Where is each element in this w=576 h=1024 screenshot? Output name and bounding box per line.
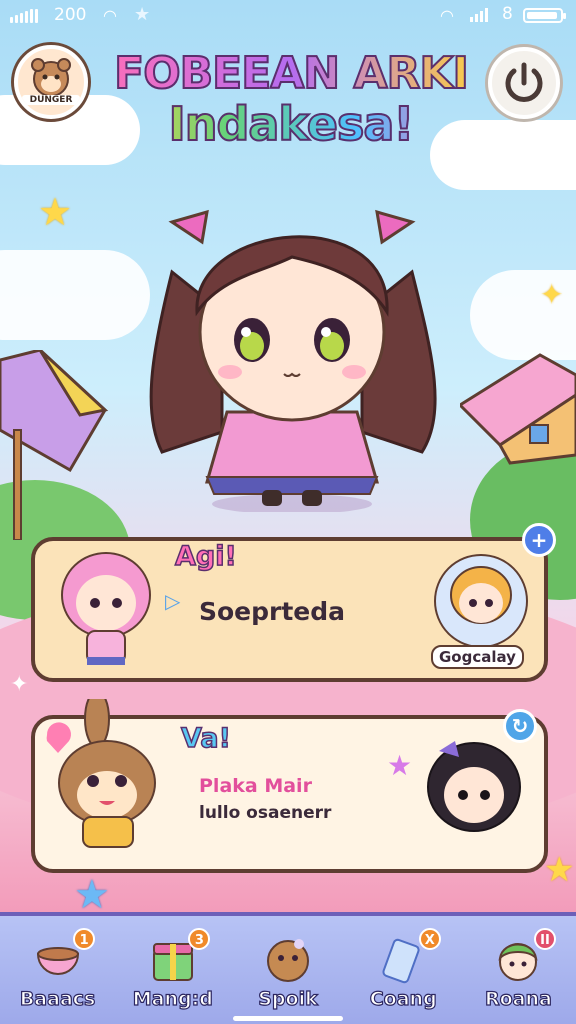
card-line-1: Plaka Mair [199,775,312,797]
pink-haired-character [61,552,151,665]
nav-item-coang[interactable]: X Coang [346,916,461,1024]
card-line-2: lullo osaenerr [199,803,332,823]
status-bar: 200 ◠ ★ ◠ 8 [0,0,576,30]
status-extra: 8 [502,4,513,24]
star-icon: ★ [38,190,73,234]
star-icon: ✦ [540,278,564,311]
refresh-button[interactable]: ↻ [503,709,537,743]
power-icon [505,62,543,102]
wifi-icon: ◠ [440,6,454,25]
notification-badge: X [418,928,441,950]
dark-haired-character [427,741,521,832]
event-card-1[interactable]: Agi! ▷ Soeprteda Gogcalay + [31,523,556,682]
signal-icon [10,9,38,23]
sparkle-icon: ✦ [10,672,29,697]
card-tag: Va! [180,722,231,755]
status-time: 200 [54,5,87,25]
cookie-icon [267,939,309,982]
add-button[interactable]: + [522,523,556,557]
nav-label: Spoik [258,987,319,1010]
card-tag: Agi! [174,540,237,573]
nav-label: Coang [369,987,437,1010]
house-icon [460,353,576,465]
nav-item-spoik[interactable]: Spoik [230,916,345,1024]
nav-label: Roana [484,987,552,1010]
signal-icon [470,8,488,22]
nav-item-roana[interactable]: II Roana [461,916,576,1024]
notification-badge: 3 [188,928,211,950]
nav-label: Mang:d [132,987,213,1010]
nav-item-baaacs[interactable]: 1 Baaacs [0,916,115,1024]
profile-avatar-button[interactable]: DUNGER [14,45,88,119]
card-title: Soeprteda [199,597,346,626]
arrow-icon: ▷ [165,589,181,613]
bear-avatar-icon [31,58,71,97]
power-button[interactable] [488,47,560,119]
star-icon: ★ [544,850,575,890]
bottom-nav: 1 Baaacs 3 Mang:d Spoik X Coang II Roana [0,912,576,1024]
avatar-label: DUNGER [22,95,80,105]
battery-icon [523,8,566,23]
star-icon: ★ [387,749,413,782]
event-card-2[interactable]: Va! Plaka Mair lullo osaenerr ★ ↻ [31,699,548,873]
notification-badge: 1 [73,928,96,950]
umbrella-icon [0,350,109,540]
home-indicator [233,1016,343,1021]
title-line-2: Indakesa! [96,97,486,151]
nav-item-mangd[interactable]: 3 Mang:d [115,916,230,1024]
wifi-icon: ◠ [103,6,117,25]
game-screen: ★ ✦ ★ ★ ✦ ✦ 200 ◠ ★ ◠ 8 DUNGER FOBEEAN A… [0,0,576,1024]
character-name-badge: Gogcalay [431,645,524,669]
star-icon: ★ [134,4,151,25]
nav-label: Baaacs [19,987,96,1010]
notification-badge: II [534,928,557,950]
title-line-1: FOBEEAN ARKI [96,49,486,99]
bunny-character [46,699,156,848]
main-character[interactable] [112,182,472,512]
game-title: FOBEEAN ARKI Indakesa! [96,49,486,152]
